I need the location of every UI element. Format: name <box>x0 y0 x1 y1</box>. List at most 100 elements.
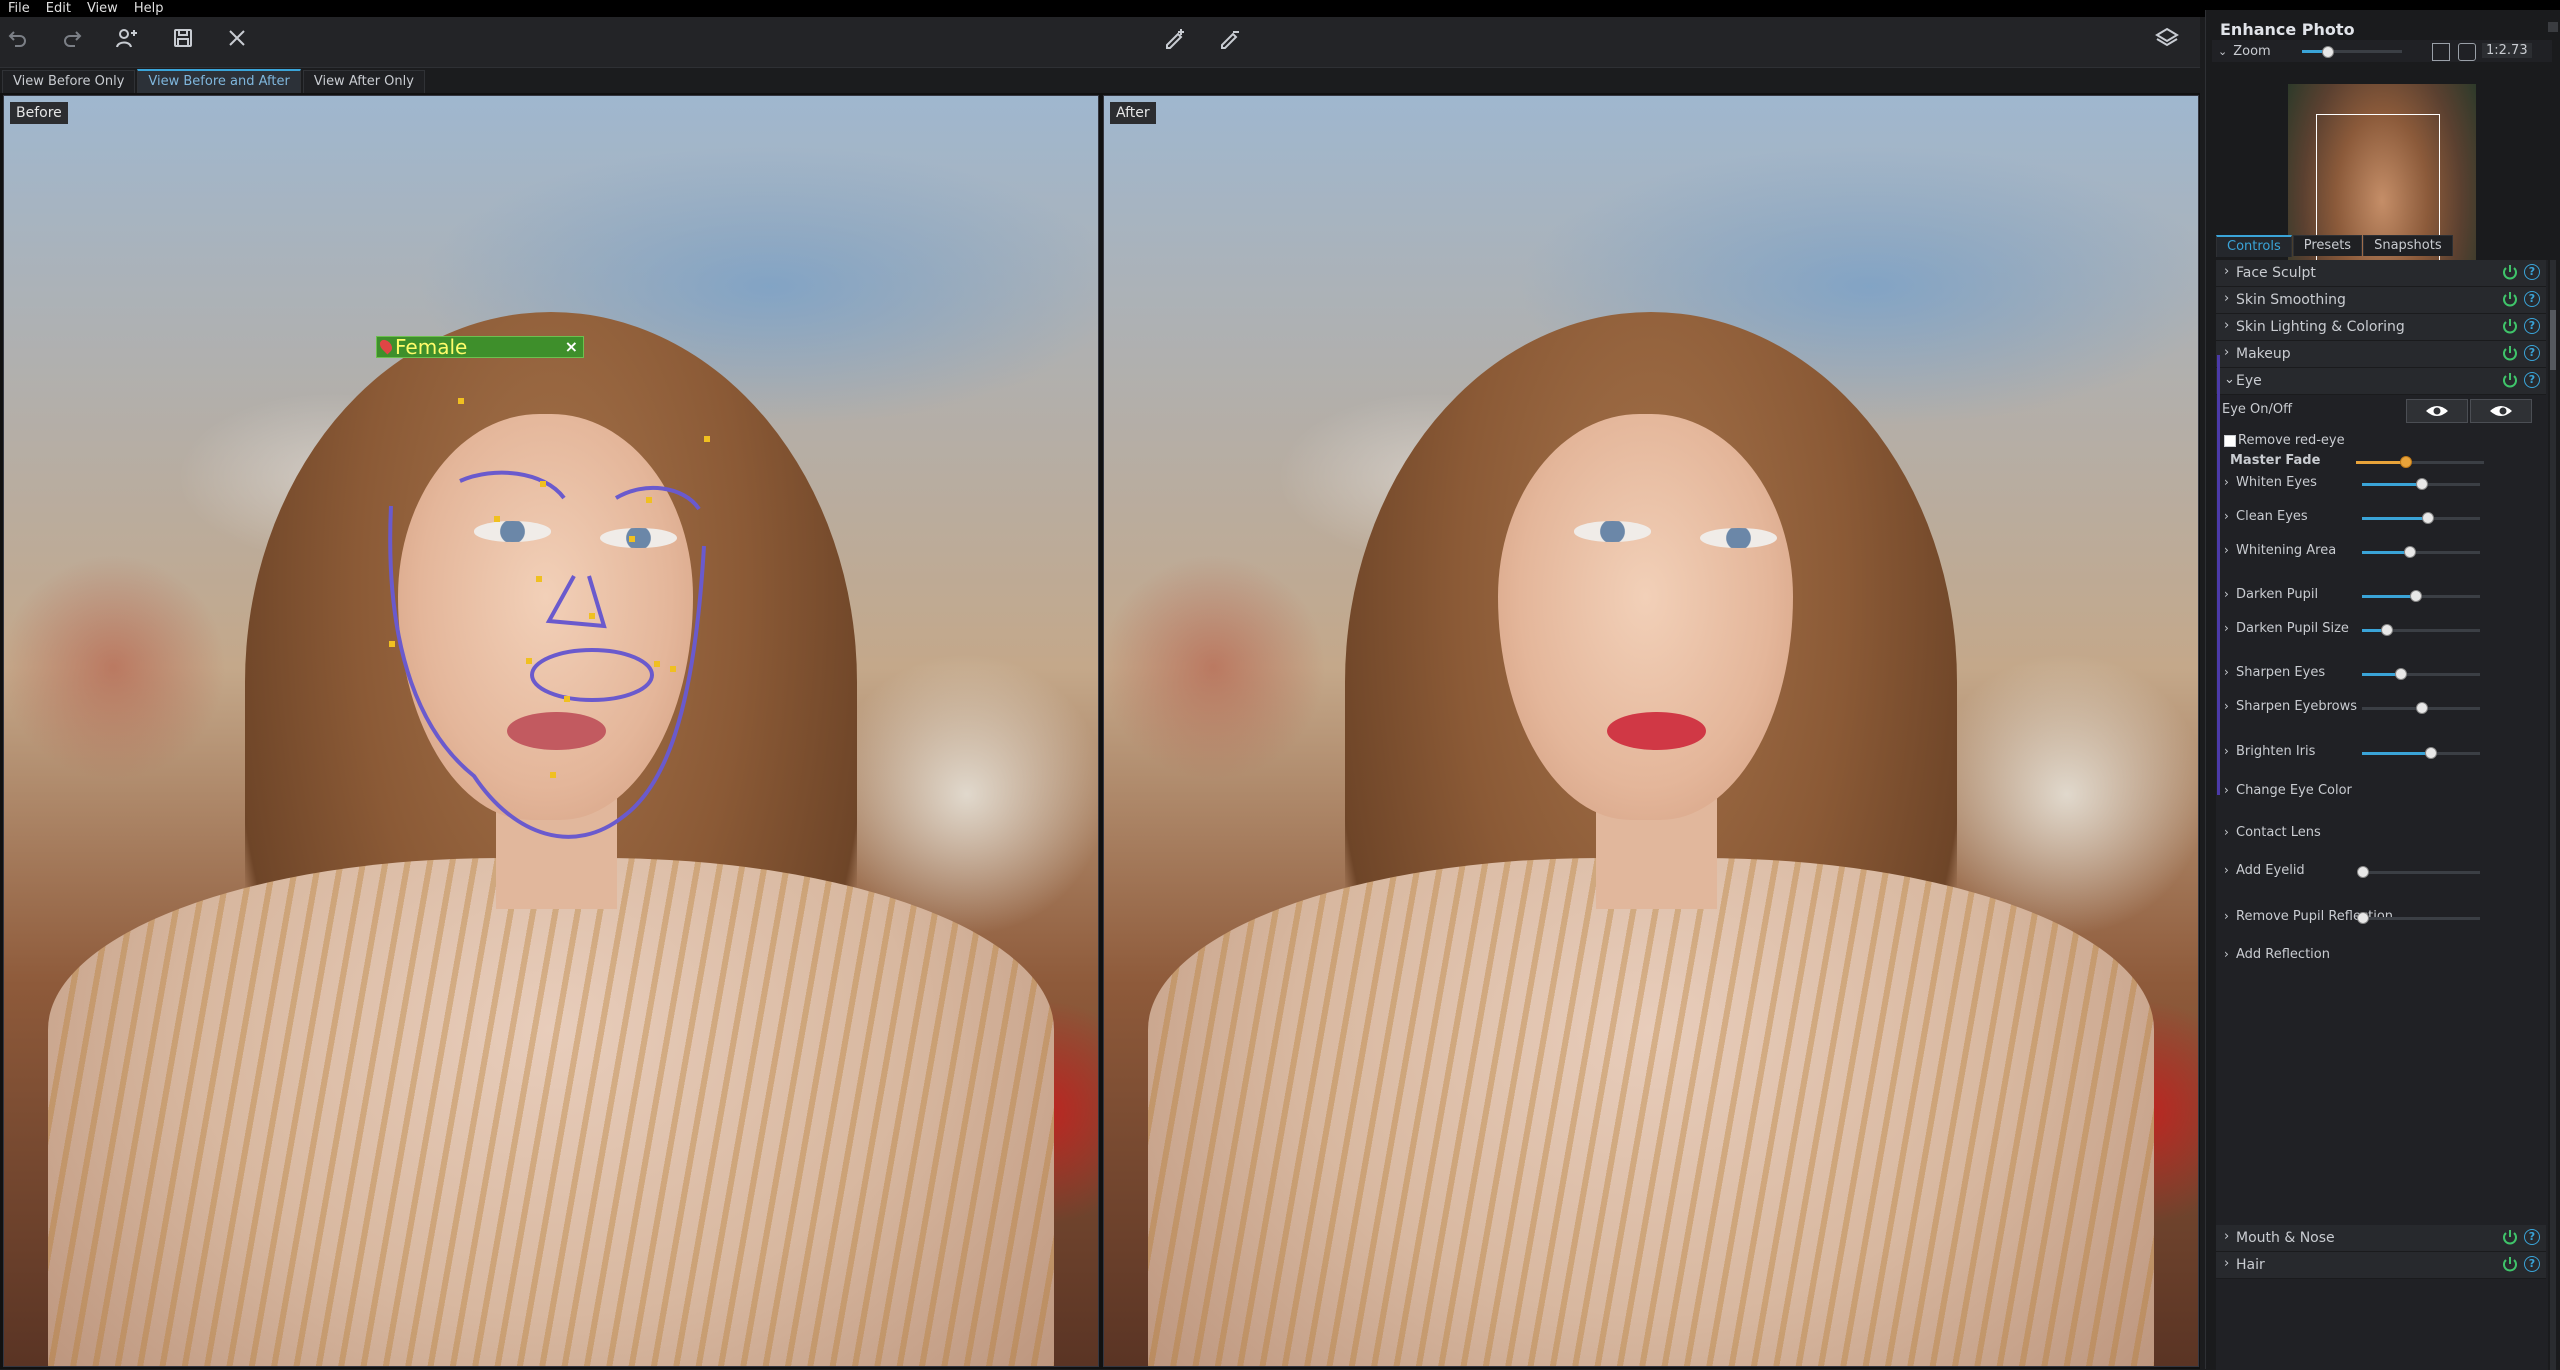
eye-slider-fill <box>2362 551 2409 554</box>
help-icon[interactable]: ? <box>2524 1229 2540 1245</box>
chevron-right-icon: › <box>2224 318 2230 333</box>
eye-slider-knob[interactable] <box>2410 590 2422 602</box>
remove-red-eye-row[interactable]: Remove red-eye <box>2216 430 2546 452</box>
eye-slider-fill <box>2362 483 2421 486</box>
chevron-right-icon[interactable]: › <box>2224 699 2229 713</box>
section-skin-smoothing[interactable]: › Skin Smoothing ? <box>2216 287 2546 314</box>
eye-slider-row: › Sharpen Eyes <box>2216 662 2546 684</box>
chevron-right-icon[interactable]: › <box>2224 744 2229 758</box>
power-icon[interactable] <box>2502 1256 2518 1272</box>
power-icon[interactable] <box>2502 1229 2518 1245</box>
eye-slider-label: Sharpen Eyes <box>2236 665 2326 680</box>
chevron-right-icon[interactable]: › <box>2224 665 2229 679</box>
chevron-right-icon[interactable]: › <box>2224 509 2229 523</box>
chevron-down-icon[interactable]: ⌄ <box>2218 45 2227 58</box>
save-icon[interactable] <box>168 23 198 53</box>
chevron-right-icon: › <box>2224 291 2230 306</box>
power-icon[interactable] <box>2502 318 2518 334</box>
tab-view-after-only[interactable]: View After Only <box>302 70 425 93</box>
help-icon[interactable]: ? <box>2524 1256 2540 1272</box>
close-icon[interactable] <box>222 23 252 53</box>
eye-slider-label: Whitening Area <box>2236 543 2337 558</box>
section-hair[interactable]: › Hair ? <box>2216 1252 2546 1279</box>
master-fade-knob[interactable] <box>2400 456 2412 468</box>
chevron-right-icon[interactable]: › <box>2224 909 2229 923</box>
eye-slider-knob[interactable] <box>2357 866 2369 878</box>
chevron-right-icon[interactable]: › <box>2224 825 2229 839</box>
chevron-right-icon[interactable]: › <box>2224 783 2229 797</box>
eye-off-button[interactable] <box>2470 399 2532 423</box>
help-icon[interactable]: ? <box>2524 264 2540 280</box>
tab-snapshots[interactable]: Snapshots <box>2363 235 2453 256</box>
after-label: After <box>1110 102 1156 124</box>
chevron-right-icon[interactable]: › <box>2224 947 2229 961</box>
eye-slider-knob[interactable] <box>2422 512 2434 524</box>
eye-slider-knob[interactable] <box>2416 702 2428 714</box>
chevron-right-icon[interactable]: › <box>2224 863 2229 877</box>
eye-slider-fill <box>2362 595 2415 598</box>
menu-edit[interactable]: Edit <box>46 1 71 16</box>
face-gender-tag[interactable]: Female × <box>376 335 584 359</box>
eye-slider-knob[interactable] <box>2357 912 2369 924</box>
section-skin-lighting[interactable]: › Skin Lighting & Coloring ? <box>2216 314 2546 341</box>
eye-slider-row: › Brighten Iris <box>2216 741 2546 763</box>
pen-add-icon[interactable] <box>1160 23 1190 53</box>
before-pane[interactable]: Before Female × <box>3 95 1099 1367</box>
menu-help[interactable]: Help <box>134 1 164 16</box>
controls-scrollbar[interactable] <box>2550 260 2556 1370</box>
eye-slider-row: › Remove Pupil Reflection <box>2216 906 2546 928</box>
after-pane[interactable]: After <box>1103 95 2199 1367</box>
tab-view-before-only[interactable]: View Before Only <box>2 70 136 93</box>
tab-view-before-and-after[interactable]: View Before and After <box>137 69 301 93</box>
power-icon[interactable] <box>2502 264 2518 280</box>
eye-slider-label: Contact Lens <box>2236 825 2321 840</box>
eye-slider-knob[interactable] <box>2416 478 2428 490</box>
eye-slider-knob[interactable] <box>2381 624 2393 636</box>
tab-presets[interactable]: Presets <box>2292 235 2363 256</box>
panel-collapse-icon[interactable] <box>2548 22 2558 32</box>
help-icon[interactable]: ? <box>2524 345 2540 361</box>
chevron-right-icon[interactable]: › <box>2224 621 2229 635</box>
eye-slider-knob[interactable] <box>2395 668 2407 680</box>
menu-view[interactable]: View <box>87 1 118 16</box>
undo-icon[interactable] <box>2 23 32 53</box>
chevron-right-icon[interactable]: › <box>2224 587 2229 601</box>
section-eye[interactable]: ⌄ Eye ? <box>2216 368 2546 395</box>
help-icon[interactable]: ? <box>2524 372 2540 388</box>
power-icon[interactable] <box>2502 291 2518 307</box>
remove-red-eye-checkbox[interactable] <box>2224 435 2236 447</box>
power-icon[interactable] <box>2502 345 2518 361</box>
eye-slider-knob[interactable] <box>2425 747 2437 759</box>
eye-slider-row: › Add Reflection <box>2216 944 2546 966</box>
tag-close-icon[interactable]: × <box>565 337 578 356</box>
eye-slider-track[interactable] <box>2362 871 2480 874</box>
section-makeup[interactable]: › Makeup ? <box>2216 341 2546 368</box>
layers-icon[interactable] <box>2152 23 2182 53</box>
eye-slider-row: › Clean Eyes <box>2216 506 2546 528</box>
section-mouth-nose[interactable]: › Mouth & Nose ? <box>2216 1225 2546 1252</box>
eye-open-icon <box>2426 406 2448 416</box>
help-icon[interactable]: ? <box>2524 318 2540 334</box>
actual-size-icon[interactable] <box>2458 43 2476 61</box>
eye-slider-track[interactable] <box>2362 917 2480 920</box>
chevron-right-icon[interactable]: › <box>2224 475 2229 489</box>
redo-icon[interactable] <box>58 23 88 53</box>
eye-slider-row: › Sharpen Eyebrows <box>2216 696 2546 718</box>
eye-on-button[interactable] <box>2406 399 2468 423</box>
eye-slider-row: › Whitening Area <box>2216 540 2546 562</box>
eye-slider-knob[interactable] <box>2404 546 2416 558</box>
eye-slider-fill <box>2362 752 2430 755</box>
chevron-right-icon[interactable]: › <box>2224 543 2229 557</box>
zoom-slider-knob[interactable] <box>2322 46 2334 58</box>
menu-file[interactable]: File <box>8 1 30 16</box>
face-landmark-overlay[interactable] <box>4 96 1098 1366</box>
tab-controls[interactable]: Controls <box>2216 235 2292 257</box>
fit-icon[interactable] <box>2432 43 2450 61</box>
scrollbar-thumb[interactable] <box>2550 310 2556 370</box>
section-face-sculpt[interactable]: › Face Sculpt ? <box>2216 260 2546 287</box>
toolbar <box>0 17 2200 68</box>
pen-remove-icon[interactable] <box>1215 23 1245 53</box>
help-icon[interactable]: ? <box>2524 291 2540 307</box>
power-icon[interactable] <box>2502 372 2518 388</box>
add-face-icon[interactable] <box>112 23 142 53</box>
